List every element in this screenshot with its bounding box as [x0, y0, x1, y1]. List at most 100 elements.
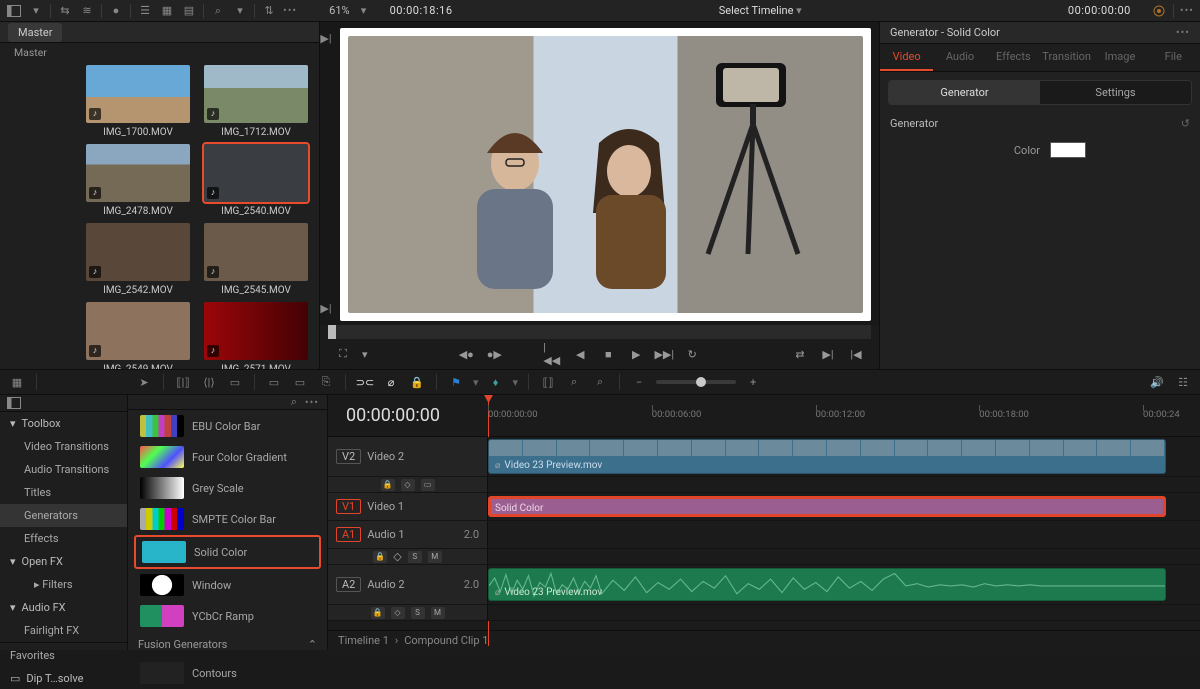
inspector-tab-audio[interactable]: Audio	[933, 44, 986, 71]
generator-item[interactable]: Contours	[134, 658, 321, 688]
more-icon[interactable]: •••	[283, 4, 297, 17]
color-wheel-icon[interactable]	[1151, 3, 1167, 19]
media-clip[interactable]: ♪IMG_2478.MOV	[86, 144, 190, 217]
timeline-ruler[interactable]: 00:00:00:0000:00:06:0000:00:12:0000:00:1…	[488, 395, 1200, 436]
generator-item[interactable]: Four Color Gradient	[134, 442, 321, 472]
more-icon[interactable]: •••	[1176, 26, 1190, 39]
replace-icon[interactable]: ▭	[291, 373, 309, 391]
generator-item[interactable]: YCbCr Ramp	[134, 601, 321, 631]
more-icon[interactable]: •••	[1180, 4, 1194, 17]
link-icon[interactable]: ⌀	[382, 373, 400, 391]
mark-out-icon[interactable]: ●▶	[485, 345, 503, 363]
track-lane-a2[interactable]: ⌀ Video 23 Preview.mov	[488, 565, 1200, 604]
media-clip[interactable]: ♪IMG_2545.MOV	[204, 223, 308, 296]
trim-icon[interactable]: ⟦|⟧	[174, 373, 192, 391]
generator-item[interactable]: Solid Color	[134, 535, 321, 569]
track-lane-v2[interactable]: ⌀ Video 23 Preview.mov	[488, 437, 1200, 476]
step-in-icon[interactable]: ▶|	[320, 32, 331, 45]
loop-icon[interactable]: ↻	[683, 345, 701, 363]
marker-icon[interactable]: ♦	[487, 373, 505, 391]
stop-icon[interactable]: ■	[599, 345, 617, 363]
blade-icon[interactable]: ⟨|⟩	[200, 373, 218, 391]
auto-select-icon[interactable]: ◇	[401, 479, 415, 491]
zoom-out-icon[interactable]: ⌕	[565, 373, 583, 391]
sort-icon[interactable]: ⇅	[261, 3, 277, 19]
mixer-icon[interactable]: ☷	[1174, 373, 1192, 391]
cat-audio-transitions[interactable]: Audio Transitions	[0, 458, 127, 481]
go-start-icon[interactable]: |◀◀	[543, 345, 561, 363]
timeline-timecode[interactable]: 00:00:00:00	[328, 405, 488, 426]
timeline-view-icon[interactable]: ▦	[8, 373, 26, 391]
generator-item[interactable]: Window	[134, 570, 321, 600]
media-clip[interactable]: ♪IMG_2549.MOV	[86, 302, 190, 369]
clip-v2[interactable]: ⌀ Video 23 Preview.mov	[488, 439, 1166, 474]
speaker-icon[interactable]: 🔊	[1148, 373, 1166, 391]
generator-item[interactable]: SMPTE Color Bar	[134, 504, 321, 534]
plus-icon[interactable]: +	[744, 373, 762, 391]
lock-icon[interactable]: 🔒	[373, 551, 387, 563]
subtab-settings[interactable]: Settings	[1040, 81, 1191, 104]
panel-left-icon[interactable]	[6, 395, 22, 411]
inspector-tab-video[interactable]: Video	[880, 44, 933, 71]
panel-left-icon[interactable]	[6, 3, 22, 19]
viewer-timecode-left[interactable]: 00:00:18:16	[390, 4, 453, 17]
media-bin-header[interactable]: Master	[0, 43, 319, 60]
cat-toolbox[interactable]: ▾ Toolbox	[0, 412, 127, 435]
magnet-icon[interactable]: ⊃⊂	[356, 373, 374, 391]
cat-effects[interactable]: Effects	[0, 527, 127, 550]
chevron-down-icon[interactable]: ▾	[356, 3, 372, 19]
track-tag-v1[interactable]: V1	[336, 499, 361, 514]
flag-icon[interactable]: ⚑	[447, 373, 465, 391]
mark-in-icon[interactable]: ◀●	[457, 345, 475, 363]
disable-icon[interactable]: ▭	[421, 479, 435, 491]
solo-icon[interactable]: S	[408, 551, 422, 563]
timeline-breadcrumb[interactable]: Timeline 1 › Compound Clip 1	[328, 630, 1200, 650]
view-strip-icon[interactable]: ▤	[181, 3, 197, 19]
inspector-tab-transition[interactable]: Transition	[1040, 44, 1093, 71]
solo-icon[interactable]: S	[411, 607, 425, 619]
cat-generators[interactable]: Generators	[0, 504, 127, 527]
track-tag-a1[interactable]: A1	[336, 527, 361, 542]
overwrite-icon[interactable]: ▭	[265, 373, 283, 391]
media-clip[interactable]: ♪IMG_2571.MOV	[204, 302, 308, 369]
track-tag-v2[interactable]: V2	[336, 449, 361, 464]
track-lane-a1[interactable]	[488, 521, 1200, 548]
media-clip[interactable]: ♪IMG_2542.MOV	[86, 223, 190, 296]
step-out-icon[interactable]: ▶|	[320, 302, 331, 315]
chevron-down-icon[interactable]: ▾	[28, 3, 44, 19]
step-back-icon[interactable]: ◀	[571, 345, 589, 363]
media-clip[interactable]: ♪IMG_2540.MOV	[204, 144, 308, 217]
cat-filters[interactable]: ▸ Filters	[0, 573, 127, 596]
search-icon[interactable]: ⌕	[210, 3, 226, 19]
cat-titles[interactable]: Titles	[0, 481, 127, 504]
timeline-selector[interactable]: Select Timeline	[719, 4, 794, 17]
play-icon[interactable]: ▶	[627, 345, 645, 363]
color-swatch[interactable]	[1050, 142, 1086, 158]
swap-icon[interactable]: ⇆	[57, 3, 73, 19]
crop-icon[interactable]: ⛶	[334, 345, 352, 363]
chevron-down-icon[interactable]: ▾	[232, 3, 248, 19]
cat-openfx[interactable]: ▾ Open FX	[0, 550, 127, 573]
record-icon[interactable]: ●	[108, 3, 124, 19]
fit-icon[interactable]: ⎘	[317, 373, 335, 391]
cat-audiofx[interactable]: ▾ Audio FX	[0, 596, 127, 619]
prev-icon[interactable]: |◀	[847, 345, 865, 363]
cat-fairlight[interactable]: Fairlight FX	[0, 619, 127, 642]
mute-icon[interactable]: M	[428, 551, 442, 563]
viewer-timecode-right[interactable]: 00:00:00:00	[1068, 4, 1131, 17]
cat-video-transitions[interactable]: Video Transitions	[0, 435, 127, 458]
favorite-item[interactable]: ▭Dip T…solve	[0, 668, 127, 689]
reset-icon[interactable]: ↺	[1181, 117, 1190, 130]
fusion-header[interactable]: Fusion Generators⌃	[128, 632, 327, 657]
zoom-in-icon[interactable]: ⌕	[591, 373, 609, 391]
track-lane-v1[interactable]: Solid Color	[488, 493, 1200, 520]
minus-icon[interactable]: −	[630, 373, 648, 391]
mute-icon[interactable]: M	[431, 607, 445, 619]
arm-icon[interactable]: ◇	[391, 607, 405, 619]
subtab-generator[interactable]: Generator	[889, 81, 1040, 104]
search-icon[interactable]: ⌕	[291, 395, 297, 409]
effect-icon[interactable]: ≋	[79, 3, 95, 19]
selection-tool-icon[interactable]: ➤	[135, 373, 153, 391]
chevron-down-icon[interactable]: ▾	[473, 376, 479, 389]
chevron-down-icon[interactable]: ▾	[362, 348, 368, 361]
